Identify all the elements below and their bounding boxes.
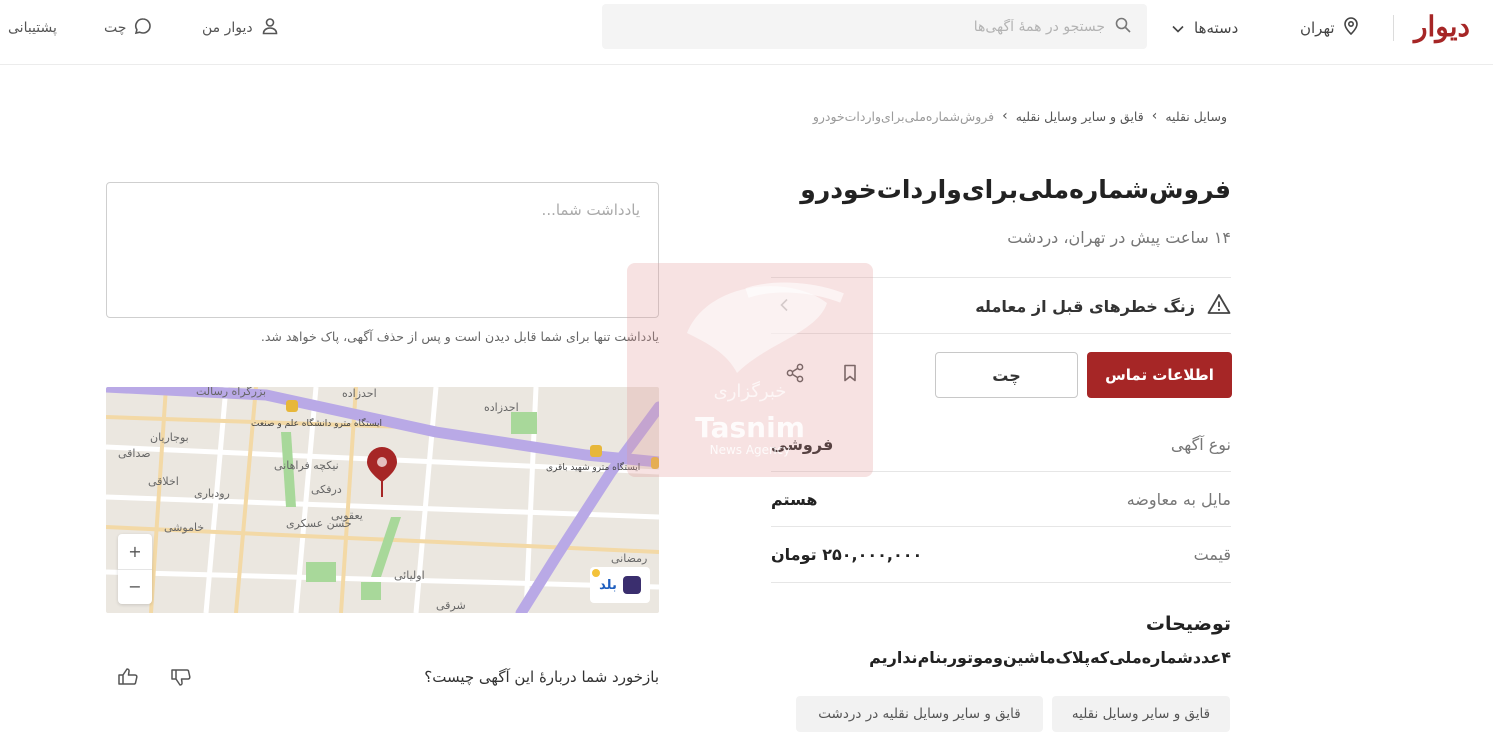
tasnim-watermark: خبرگزاری Tasnim News Agency <box>627 263 873 477</box>
breadcrumb-item-boats[interactable]: قایق و سایر وسایل نقلیه <box>1016 109 1144 124</box>
map-label: احدزاده <box>342 387 377 400</box>
map-streets <box>106 387 659 613</box>
location-map[interactable]: بزرگراه رسالت احدزاده احدزاده ایستگاه مت… <box>106 387 659 613</box>
map-label: صداقی <box>118 447 151 460</box>
map-label: احدزاده <box>484 401 519 414</box>
info-key: نوع آگهی <box>1170 434 1231 454</box>
map-label: اولیائی <box>394 569 425 582</box>
header-divider <box>1393 15 1394 41</box>
support-label: پشتیبانی <box>8 20 57 36</box>
safety-warning-label: زنگ خطرهای قبل از معامله <box>975 296 1195 316</box>
balad-map-link[interactable]: بلد <box>590 567 650 603</box>
chevron-down-icon <box>1172 19 1184 37</box>
feedback-question: بازخورد شما دربارهٔ این آگهی چیست؟ <box>424 668 659 686</box>
breadcrumb-item-current: فروش‌شماره‌ملی‌برای‌واردات‌خودرو <box>812 108 995 124</box>
categories-dropdown[interactable]: دسته‌ها <box>1172 15 1238 41</box>
map-label: اخلاقی <box>148 475 179 488</box>
balad-label: بلد <box>599 577 617 593</box>
watermark-name: Tasnim <box>695 411 805 444</box>
chevron-left-icon: › <box>1002 108 1008 124</box>
map-label: ایستگاه مترو دانشگاه علم و صنعت <box>251 419 383 429</box>
thumbs-up-icon <box>117 667 139 691</box>
thumbs-down-icon <box>170 667 192 691</box>
map-label: بزرگراه رسالت <box>196 387 267 398</box>
search-input[interactable] <box>805 18 1105 35</box>
dislike-button[interactable] <box>168 666 194 692</box>
description-text: ۴عددشماره‌ملی‌که‌پلاک‌ماشین‌وموتوربنام‌ن… <box>869 648 1231 667</box>
map-label: شرقی <box>436 599 466 612</box>
watermark-agency-fa: خبرگزاری <box>713 381 787 402</box>
watermark-agency: News Agency <box>709 443 791 457</box>
divider <box>771 582 1231 583</box>
my-divar-link[interactable]: دیوار من <box>202 15 279 41</box>
category-tag[interactable]: قایق و سایر وسایل نقلیه <box>1052 696 1230 732</box>
map-zoom-control: + − <box>118 534 152 604</box>
chat-button[interactable]: چت <box>935 352 1078 398</box>
balad-logo-icon <box>592 569 641 594</box>
category-location-tag[interactable]: قایق و سایر وسایل نقلیه در دردشت <box>796 696 1043 732</box>
location-pin-icon <box>1343 17 1359 39</box>
city-selector[interactable]: تهران <box>1300 15 1359 41</box>
contact-info-button[interactable]: اطلاعات تماس <box>1087 352 1232 398</box>
support-link[interactable]: پشتیبانی <box>8 15 57 41</box>
info-row-price: قیمت ۲۵۰,۰۰۰,۰۰۰ تومان <box>771 527 1231 581</box>
map-label: رمضانی <box>611 552 648 565</box>
description-title: توضیحات <box>1145 613 1231 635</box>
map-label: بوجاریان <box>150 431 189 444</box>
chevron-left-icon: › <box>1151 108 1158 124</box>
top-header: دیوار تهران دسته‌ها دیوار من چت پشتیبانی <box>0 0 1493 65</box>
map-label: خاموشی <box>164 521 205 534</box>
search-icon <box>1115 17 1131 37</box>
city-label: تهران <box>1300 19 1335 37</box>
map-label: حسن عسکری <box>286 517 352 530</box>
like-button[interactable] <box>115 666 141 692</box>
categories-label: دسته‌ها <box>1194 19 1239 37</box>
search-bar[interactable] <box>602 4 1147 49</box>
map-label: درفکی <box>311 483 342 496</box>
info-value: ۲۵۰,۰۰۰,۰۰۰ تومان <box>771 544 923 564</box>
zoom-out-button[interactable]: − <box>118 570 152 605</box>
breadcrumb: وسایل نقلیه › قایق و سایر وسایل نقلیه › … <box>813 108 1227 124</box>
divar-logo[interactable]: دیوار <box>1408 10 1470 44</box>
tasnim-logo-mark <box>687 282 844 373</box>
info-key: مایل به معاوضه <box>1126 489 1231 509</box>
breadcrumb-item-vehicles[interactable]: وسایل نقلیه <box>1165 109 1227 124</box>
note-hint: یادداشت تنها برای شما قابل دیدن است و پس… <box>260 329 659 344</box>
chat-label: چت <box>104 20 127 36</box>
map-pin <box>367 447 397 497</box>
info-row-exchange: مایل به معاوضه هستم <box>771 472 1231 526</box>
chat-link[interactable]: چت <box>104 15 152 41</box>
ad-title: فروش‌شماره‌ملی‌برای‌واردات‌خودرو <box>800 175 1231 204</box>
user-icon <box>261 17 279 39</box>
ad-subtitle: ۱۴ ساعت پیش در تهران، دردشت <box>1007 228 1231 247</box>
map-label: نیکچه فراهانی <box>274 459 339 472</box>
zoom-in-button[interactable]: + <box>118 534 152 570</box>
warning-triangle-icon <box>1207 293 1231 319</box>
info-key: قیمت <box>1193 544 1231 564</box>
map-label: رودباری <box>194 487 230 500</box>
note-textarea[interactable] <box>106 182 659 318</box>
my-divar-label: دیوار من <box>202 20 253 36</box>
chat-bubble-icon <box>134 17 152 39</box>
info-value: هستم <box>771 489 818 509</box>
